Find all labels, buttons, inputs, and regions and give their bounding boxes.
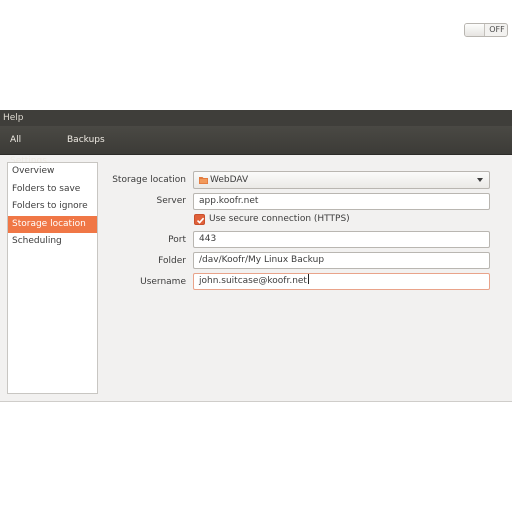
checkmark-icon xyxy=(196,217,205,224)
backup-toggle-switch[interactable]: OFF xyxy=(464,23,508,37)
toolbar: All Settings Backups xyxy=(0,126,512,166)
sidebar-item-scheduling[interactable]: Scheduling xyxy=(8,233,97,251)
sidebar-item-overview[interactable]: Overview xyxy=(8,163,97,181)
menubar: Help xyxy=(0,110,512,126)
server-input[interactable]: app.koofr.net xyxy=(193,193,490,210)
sidebar: Overview Folders to save Folders to igno… xyxy=(7,162,98,394)
switch-state-label: OFF xyxy=(489,25,505,34)
sidebar-item-folders-to-ignore[interactable]: Folders to ignore xyxy=(8,198,97,216)
username-label: Username xyxy=(140,277,186,287)
username-value: john.suitcase@koofr.net xyxy=(199,276,307,286)
secure-connection-checkbox[interactable] xyxy=(194,214,205,225)
port-input[interactable]: 443 xyxy=(193,231,490,248)
sidebar-item-folders-to-save[interactable]: Folders to save xyxy=(8,181,97,199)
storage-location-value: WebDAV xyxy=(210,175,249,185)
folder-icon xyxy=(199,177,208,184)
port-label: Port xyxy=(168,235,186,245)
menu-help[interactable]: Help xyxy=(3,112,24,124)
server-label: Server xyxy=(156,196,186,206)
all-settings-button[interactable]: All Settings xyxy=(6,130,62,166)
chevron-down-icon[interactable] xyxy=(477,178,483,182)
storage-location-dropdown[interactable]: WebDAV xyxy=(193,171,490,189)
switch-knob[interactable] xyxy=(465,24,485,36)
username-input[interactable]: john.suitcase@koofr.net xyxy=(193,273,490,290)
secure-connection-label[interactable]: Use secure connection (HTTPS) xyxy=(209,213,350,225)
folder-input[interactable]: /dav/Koofr/My Linux Backup xyxy=(193,252,490,269)
sidebar-item-storage-location[interactable]: Storage location xyxy=(8,215,97,234)
folder-label: Folder xyxy=(158,256,186,266)
storage-location-label: Storage location xyxy=(112,175,186,185)
text-caret xyxy=(307,274,309,284)
backups-button[interactable]: Backups xyxy=(63,130,105,151)
